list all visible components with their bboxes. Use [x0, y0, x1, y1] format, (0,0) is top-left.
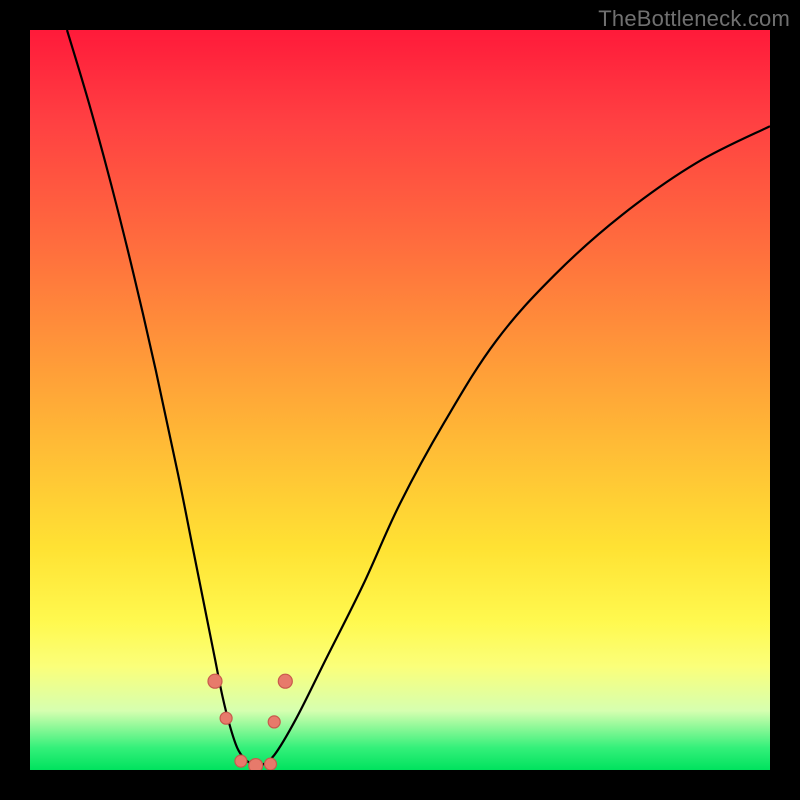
watermark-text: TheBottleneck.com	[598, 6, 790, 32]
data-marker-right-upper	[278, 674, 292, 688]
curve-left-branch	[67, 30, 259, 766]
data-marker-trough-b	[249, 759, 263, 770]
chart-stage: TheBottleneck.com	[0, 0, 800, 800]
data-marker-trough-a	[235, 755, 247, 767]
data-marker-trough-c	[265, 758, 277, 770]
data-marker-right-lower	[268, 716, 280, 728]
data-marker-left-lower	[220, 712, 232, 724]
data-marker-left-upper	[208, 674, 222, 688]
plot-area	[30, 30, 770, 770]
curve-overlay	[30, 30, 770, 770]
curve-right-branch	[259, 126, 770, 766]
